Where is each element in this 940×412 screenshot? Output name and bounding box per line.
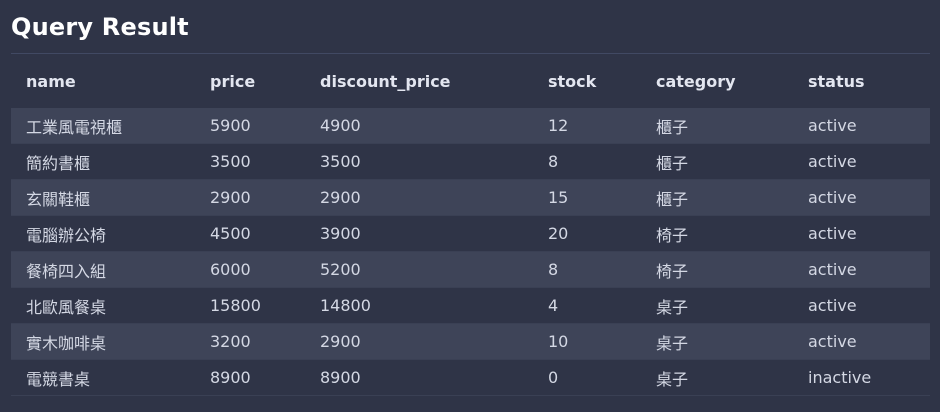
- cell-name: 玄關鞋櫃: [26, 189, 91, 209]
- table-row[interactable]: 玄關鞋櫃 2900 2900 15 櫃子 active: [11, 179, 930, 216]
- cell-price: 3500: [210, 152, 251, 171]
- cell-stock: 12: [548, 116, 569, 135]
- cell-price: 4500: [210, 224, 251, 243]
- cell-stock: 10: [548, 332, 569, 351]
- cell-status: active: [808, 260, 857, 279]
- cell-name: 電競書桌: [26, 369, 91, 389]
- cell-stock: 20: [548, 224, 569, 243]
- cell-discount-price: 3900: [320, 224, 361, 243]
- cell-stock: 8: [548, 152, 559, 171]
- cell-category: 桌子: [656, 369, 689, 389]
- table-body: 工業風電視櫃 5900 4900 12 櫃子 active 簡約書櫃 3500 …: [11, 108, 930, 396]
- cell-name: 簡約書櫃: [26, 153, 91, 173]
- cell-status: active: [808, 188, 857, 207]
- column-header-discount-price[interactable]: discount_price: [305, 54, 533, 108]
- table-row[interactable]: 電競書桌 8900 8900 0 桌子 inactive: [11, 359, 930, 396]
- cell-discount-price: 8900: [320, 368, 361, 387]
- cell-status: active: [808, 116, 857, 135]
- cell-stock: 15: [548, 188, 569, 207]
- column-header-category[interactable]: category: [641, 54, 793, 108]
- cell-category: 櫃子: [656, 117, 689, 137]
- cell-category: 桌子: [656, 333, 689, 353]
- column-header-price[interactable]: price: [195, 54, 305, 108]
- cell-name: 餐椅四入組: [26, 261, 107, 281]
- cell-stock: 8: [548, 260, 559, 279]
- cell-status: active: [808, 152, 857, 171]
- header-row: name price discount_price stock category…: [11, 54, 930, 108]
- table-row[interactable]: 實木咖啡桌 3200 2900 10 桌子 active: [11, 323, 930, 360]
- query-result-panel: Query Result name price discount_price s…: [0, 0, 940, 412]
- cell-price: 3200: [210, 332, 251, 351]
- cell-category: 桌子: [656, 297, 689, 317]
- table-header: name price discount_price stock category…: [11, 54, 930, 108]
- cell-discount-price: 4900: [320, 116, 361, 135]
- cell-stock: 0: [548, 368, 559, 387]
- cell-discount-price: 14800: [320, 296, 371, 315]
- cell-discount-price: 5200: [320, 260, 361, 279]
- page-title: Query Result: [11, 13, 189, 41]
- cell-status: active: [808, 296, 857, 315]
- cell-status: active: [808, 332, 857, 351]
- cell-discount-price: 2900: [320, 332, 361, 351]
- cell-name: 工業風電視櫃: [26, 117, 123, 137]
- cell-category: 櫃子: [656, 153, 689, 173]
- cell-price: 8900: [210, 368, 251, 387]
- cell-category: 椅子: [656, 225, 689, 245]
- cell-price: 15800: [210, 296, 261, 315]
- cell-discount-price: 2900: [320, 188, 361, 207]
- cell-name: 實木咖啡桌: [26, 333, 107, 353]
- cell-stock: 4: [548, 296, 559, 315]
- table-row[interactable]: 簡約書櫃 3500 3500 8 櫃子 active: [11, 143, 930, 180]
- column-header-status[interactable]: status: [793, 54, 930, 108]
- cell-price: 5900: [210, 116, 251, 135]
- cell-category: 櫃子: [656, 189, 689, 209]
- table-row[interactable]: 餐椅四入組 6000 5200 8 椅子 active: [11, 251, 930, 288]
- column-header-stock[interactable]: stock: [533, 54, 641, 108]
- cell-price: 6000: [210, 260, 251, 279]
- table-row[interactable]: 北歐風餐桌 15800 14800 4 桌子 active: [11, 287, 930, 324]
- cell-price: 2900: [210, 188, 251, 207]
- cell-category: 椅子: [656, 261, 689, 281]
- cell-discount-price: 3500: [320, 152, 361, 171]
- table-row[interactable]: 電腦辦公椅 4500 3900 20 椅子 active: [11, 215, 930, 252]
- cell-name: 電腦辦公椅: [26, 225, 107, 245]
- cell-status: inactive: [808, 368, 872, 387]
- table-row[interactable]: 工業風電視櫃 5900 4900 12 櫃子 active: [11, 108, 930, 144]
- cell-status: active: [808, 224, 857, 243]
- column-header-name[interactable]: name: [11, 54, 195, 108]
- results-table: name price discount_price stock category…: [11, 54, 930, 396]
- cell-name: 北歐風餐桌: [26, 297, 107, 317]
